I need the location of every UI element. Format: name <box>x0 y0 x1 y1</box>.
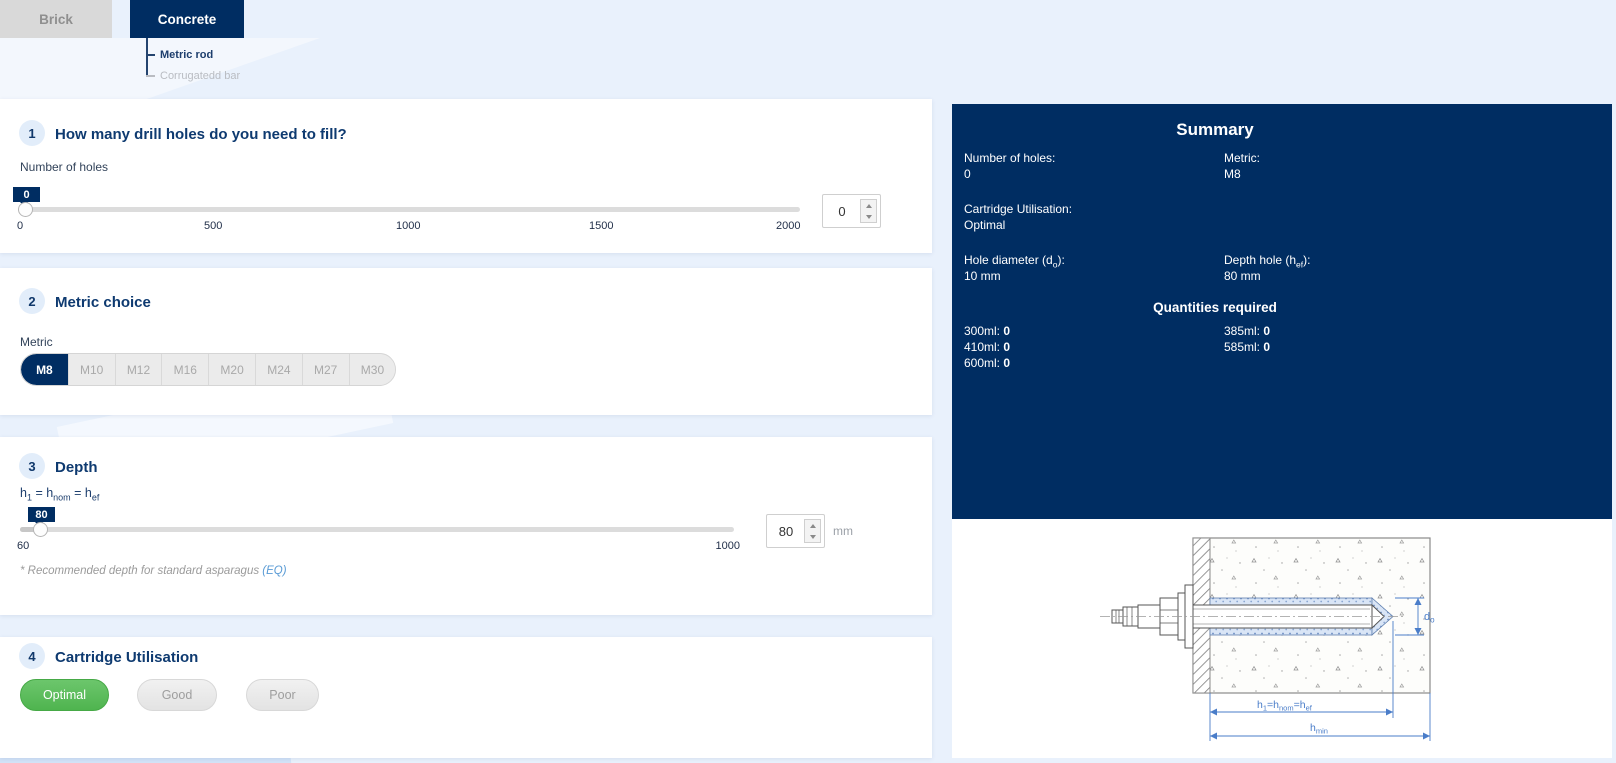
slider-value-bubble: 0 <box>13 187 40 202</box>
depth-formula-label: h1 = hnom = hef <box>20 486 99 503</box>
section-title: Cartridge Utilisation <box>55 649 198 666</box>
section-number-badge: 2 <box>19 288 45 314</box>
section-number-badge: 1 <box>19 120 45 146</box>
utilisation-poor-button[interactable]: Poor <box>246 679 319 711</box>
summary-label: Depth hole (hef): <box>1224 254 1310 269</box>
slider-tick: 1500 <box>589 220 613 232</box>
summary-value: 0 <box>964 168 971 180</box>
summary-value: Optimal <box>964 219 1005 231</box>
slider-min-label: 60 <box>17 540 29 552</box>
spinner-down-icon[interactable] <box>861 211 876 222</box>
summary-value: 10 mm <box>964 270 1001 282</box>
number-spinner <box>860 199 877 223</box>
field-label: Metric <box>20 335 53 349</box>
metric-option-m20[interactable]: M20 <box>208 354 255 385</box>
depth-input-value: 80 <box>767 515 805 547</box>
summary-label: Number of holes: <box>964 152 1055 164</box>
tab-concrete[interactable]: Concrete <box>130 0 244 38</box>
utilisation-optimal-button[interactable]: Optimal <box>20 679 109 711</box>
field-label: Number of holes <box>20 160 108 174</box>
slider-tick: 2000 <box>776 220 800 232</box>
slider-tick: 1000 <box>396 220 420 232</box>
tab-tree-line <box>146 54 155 56</box>
quantity-item: 585ml: 0 <box>1224 340 1270 354</box>
metric-option-m10[interactable]: M10 <box>68 354 115 385</box>
dimension-label-hmin: hmin <box>1310 722 1328 736</box>
summary-label: Cartridge Utilisation: <box>964 203 1072 215</box>
section-number-badge: 4 <box>19 643 45 669</box>
holes-number-input[interactable]: 0 <box>822 194 881 228</box>
quantity-item: 300ml: 0 <box>964 324 1010 338</box>
dimension-label-d0: do <box>1424 611 1435 625</box>
spinner-up-icon[interactable] <box>805 520 820 531</box>
metric-option-m16[interactable]: M16 <box>161 354 208 385</box>
section-title: Metric choice <box>55 294 151 311</box>
number-spinner <box>804 519 821 543</box>
metric-button-group: M8 M10 M12 M16 M20 M24 M27 M30 <box>20 353 396 386</box>
utilisation-good-button[interactable]: Good <box>137 679 217 711</box>
summary-value: 80 mm <box>1224 270 1261 282</box>
summary-value: M8 <box>1224 168 1241 180</box>
spinner-down-icon[interactable] <box>805 531 820 542</box>
eq-link[interactable]: (EQ) <box>262 565 286 577</box>
metric-option-m24[interactable]: M24 <box>255 354 302 385</box>
anchor-diagram: do h1=hnom=hef hmin <box>952 519 1612 758</box>
depth-slider-handle[interactable] <box>33 522 48 537</box>
summary-label: Hole diameter (do): <box>964 254 1065 269</box>
section-title: How many drill holes do you need to fill… <box>55 126 347 143</box>
depth-number-input[interactable]: 80 <box>766 514 825 548</box>
quantity-item: 410ml: 0 <box>964 340 1010 354</box>
subtab-metric-rod[interactable]: Metric rod <box>160 49 213 61</box>
spinner-up-icon[interactable] <box>861 200 876 211</box>
page: Brick Concrete Metric rod Corrugatedd ba… <box>0 0 1616 763</box>
depth-slider-track[interactable] <box>20 527 734 532</box>
section-depth: 3 Depth h1 = hnom = hef 80 60 1000 80 mm… <box>0 437 932 615</box>
slider-max-label: 1000 <box>706 540 740 552</box>
slider-tick: 0 <box>17 220 23 232</box>
section-cartridge-utilisation: 4 Cartridge Utilisation Optimal Good Poo… <box>0 637 932 758</box>
diagram-panel: do h1=hnom=hef hmin <box>952 519 1612 758</box>
dimension-label-h1: h1=hnom=hef <box>1257 699 1313 713</box>
summary-panel: Summary Number of holes: 0 Metric: M8 Ca… <box>952 104 1612 519</box>
unit-label: mm <box>833 524 853 538</box>
background-shape <box>0 38 320 100</box>
holes-input-value: 0 <box>823 195 861 227</box>
section-drill-holes: 1 How many drill holes do you need to fi… <box>0 99 932 253</box>
tab-brick[interactable]: Brick <box>0 0 112 38</box>
metric-option-m27[interactable]: M27 <box>302 354 349 385</box>
tab-tree-line <box>146 38 148 77</box>
slider-value-bubble: 80 <box>28 507 55 522</box>
quantities-title: Quantities required <box>952 300 1478 315</box>
summary-label: Metric: <box>1224 152 1260 164</box>
slider-tick: 500 <box>204 220 222 232</box>
section-metric-choice: 2 Metric choice Metric M8 M10 M12 M16 M2… <box>0 268 932 415</box>
metric-option-m12[interactable]: M12 <box>115 354 162 385</box>
section-title: Depth <box>55 459 98 476</box>
quantity-item: 385ml: 0 <box>1224 324 1270 338</box>
summary-title: Summary <box>952 120 1478 140</box>
subtab-corrugated-bar[interactable]: Corrugatedd bar <box>160 70 240 82</box>
depth-footnote: * Recommended depth for standard asparag… <box>20 565 287 577</box>
metric-option-m30[interactable]: M30 <box>349 354 396 385</box>
tab-tree-line <box>146 75 155 77</box>
holes-slider-handle[interactable] <box>18 202 33 217</box>
metric-option-m8[interactable]: M8 <box>21 354 68 385</box>
quantity-item: 600ml: 0 <box>964 356 1010 370</box>
holes-slider-track[interactable] <box>20 207 800 212</box>
section-number-badge: 3 <box>19 453 45 479</box>
